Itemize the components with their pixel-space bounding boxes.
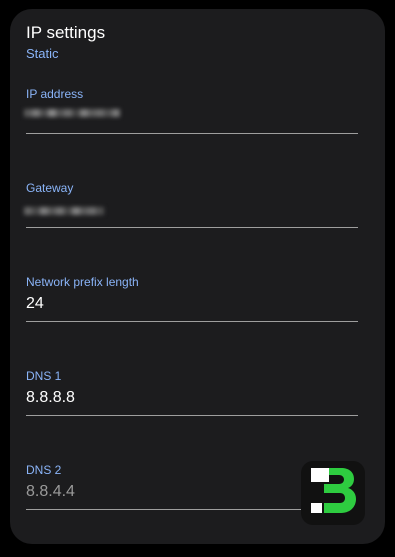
- dns2-placeholder: 8.8.4.4: [26, 483, 75, 500]
- dns1-label: DNS 1: [26, 369, 62, 383]
- b-logo-icon: [301, 461, 365, 525]
- network-prefix-value: 24: [26, 295, 44, 312]
- network-prefix-underline: [26, 321, 358, 322]
- gateway-underline: [26, 227, 358, 228]
- ip-address-value-blurred: [24, 109, 120, 125]
- gateway-field[interactable]: Gateway: [24, 181, 358, 235]
- network-prefix-label: Network prefix length: [26, 275, 139, 289]
- ip-address-label: IP address: [26, 87, 84, 101]
- network-prefix-field[interactable]: Network prefix length 24: [26, 275, 358, 329]
- gateway-label: Gateway: [26, 181, 74, 195]
- dns1-value: 8.8.8.8: [26, 389, 75, 406]
- ip-address-field[interactable]: IP address: [24, 87, 358, 141]
- dns1-field[interactable]: DNS 1 8.8.8.8: [26, 369, 358, 423]
- gateway-value-blurred: [24, 207, 104, 223]
- dns2-label: DNS 2: [26, 463, 62, 477]
- dialog-title: IP settings: [26, 23, 106, 42]
- ip-address-underline: [26, 133, 358, 134]
- b-logo-svg: [311, 468, 356, 513]
- dns1-underline: [26, 415, 358, 416]
- ip-mode-selector[interactable]: Static: [26, 46, 59, 61]
